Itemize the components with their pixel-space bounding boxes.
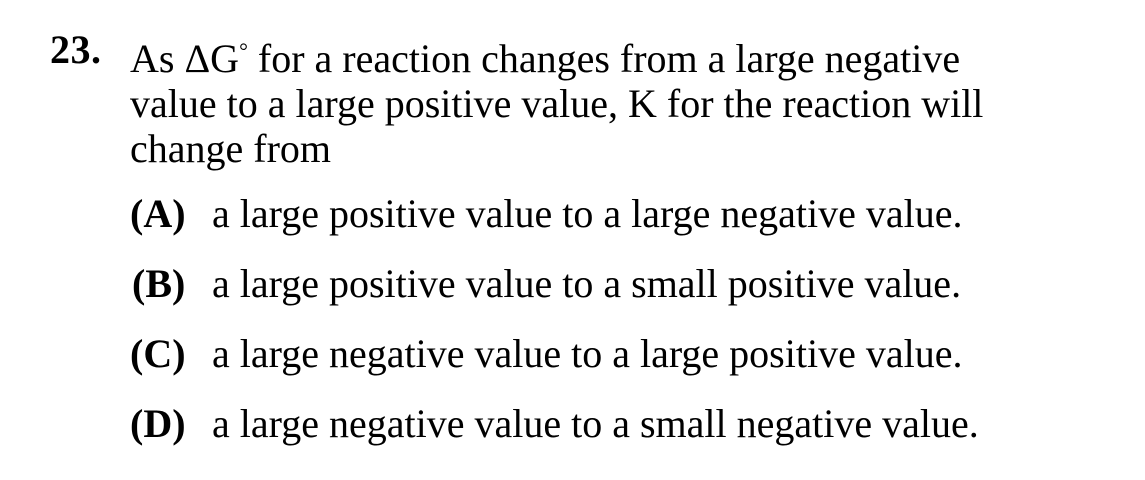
stem-text-delta-g: As ΔG	[130, 36, 240, 81]
choice-letter: (C)	[130, 331, 186, 376]
choice-text: a large negative value to a large positi…	[212, 331, 963, 376]
stem-line-1: As ΔG° for a reaction changes from a lar…	[130, 28, 1090, 81]
choice-letter: (B)	[132, 261, 186, 306]
stem-text-rest: for a reaction changes from a large nega…	[247, 36, 961, 81]
choice-letter: (A)	[130, 191, 186, 236]
stem-line-3: change from	[130, 126, 332, 171]
choice-text: a large negative value to a small negati…	[212, 401, 979, 446]
question-number: 23.	[50, 27, 102, 72]
question-23: 23. As ΔG° for a reaction changes from a…	[0, 0, 1145, 480]
degree-symbol: °	[239, 38, 248, 63]
choice-letter: (D)	[130, 401, 186, 446]
stem-line-2: value to a large positive value, K for t…	[130, 81, 984, 126]
question-stem: As ΔG° for a reaction changes from a lar…	[130, 28, 1090, 171]
choice-text: a large positive value to a large negati…	[212, 191, 963, 236]
choice-text: a large positive value to a small positi…	[212, 261, 962, 306]
